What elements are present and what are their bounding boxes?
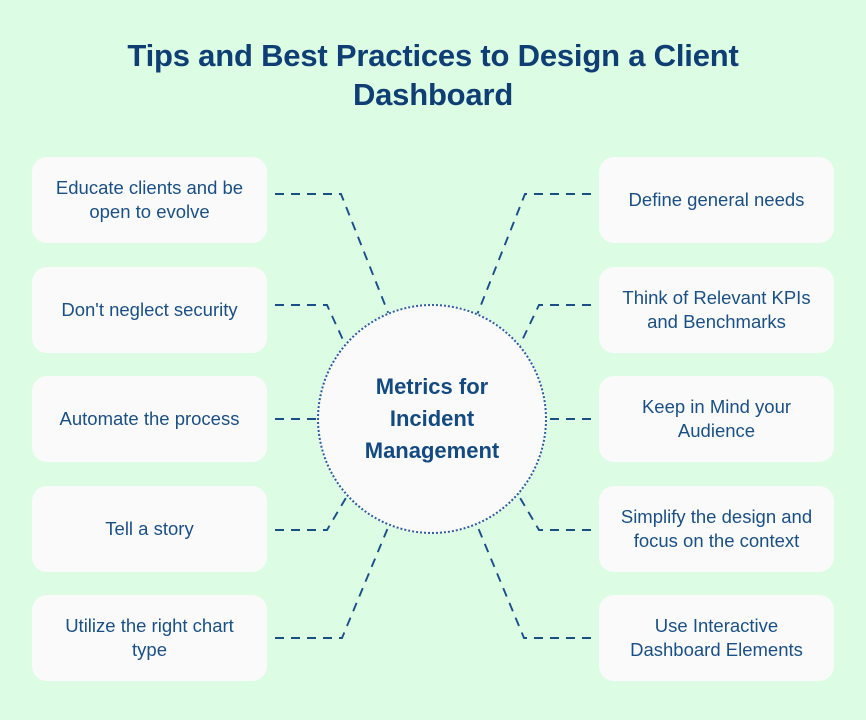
right-card-5-label: Use Interactive Dashboard Elements [630, 614, 803, 661]
right-card-3-label: Keep in Mind your Audience [641, 395, 792, 442]
connector-right-5 [473, 517, 591, 639]
connector-left-4 [275, 490, 351, 531]
infographic-canvas: Tips and Best Practices to Design a Clie… [0, 0, 866, 720]
left-card-5[interactable]: Utilize the right chart type [32, 595, 267, 681]
center-hub: Metrics for Incident Management [317, 304, 547, 534]
right-card-5[interactable]: Use Interactive Dashboard Elements [599, 595, 834, 681]
connector-left-1 [275, 193, 394, 326]
connector-right-1 [472, 193, 591, 326]
center-hub-label: Metrics for Incident Management [364, 374, 500, 463]
right-card-4[interactable]: Simplify the design and focus on the con… [599, 486, 834, 572]
left-card-5-label: Utilize the right chart type [65, 614, 234, 661]
connector-right-2 [515, 304, 591, 354]
right-card-1-label: Define general needs [628, 188, 805, 210]
connector-left-5 [275, 517, 393, 639]
connector-right-4 [515, 490, 591, 531]
left-card-1-label: Educate clients and be open to evolve [55, 176, 244, 223]
right-card-2-label: Think of Relevant KPIs and Benchmarks [622, 286, 811, 333]
left-card-3-label: Automate the process [59, 407, 240, 429]
right-card-1[interactable]: Define general needs [599, 157, 834, 243]
left-card-4-label: Tell a story [105, 517, 194, 539]
left-card-4[interactable]: Tell a story [32, 486, 267, 572]
left-card-2-label: Don't neglect security [61, 298, 238, 320]
right-card-2[interactable]: Think of Relevant KPIs and Benchmarks [599, 267, 834, 353]
right-card-4-label: Simplify the design and focus on the con… [620, 505, 813, 552]
left-card-1[interactable]: Educate clients and be open to evolve [32, 157, 267, 243]
connector-left-2 [275, 304, 350, 354]
right-card-3[interactable]: Keep in Mind your Audience [599, 376, 834, 462]
left-card-2[interactable]: Don't neglect security [32, 267, 267, 353]
page-title: Tips and Best Practices to Design a Clie… [127, 38, 739, 112]
left-card-3[interactable]: Automate the process [32, 376, 267, 462]
